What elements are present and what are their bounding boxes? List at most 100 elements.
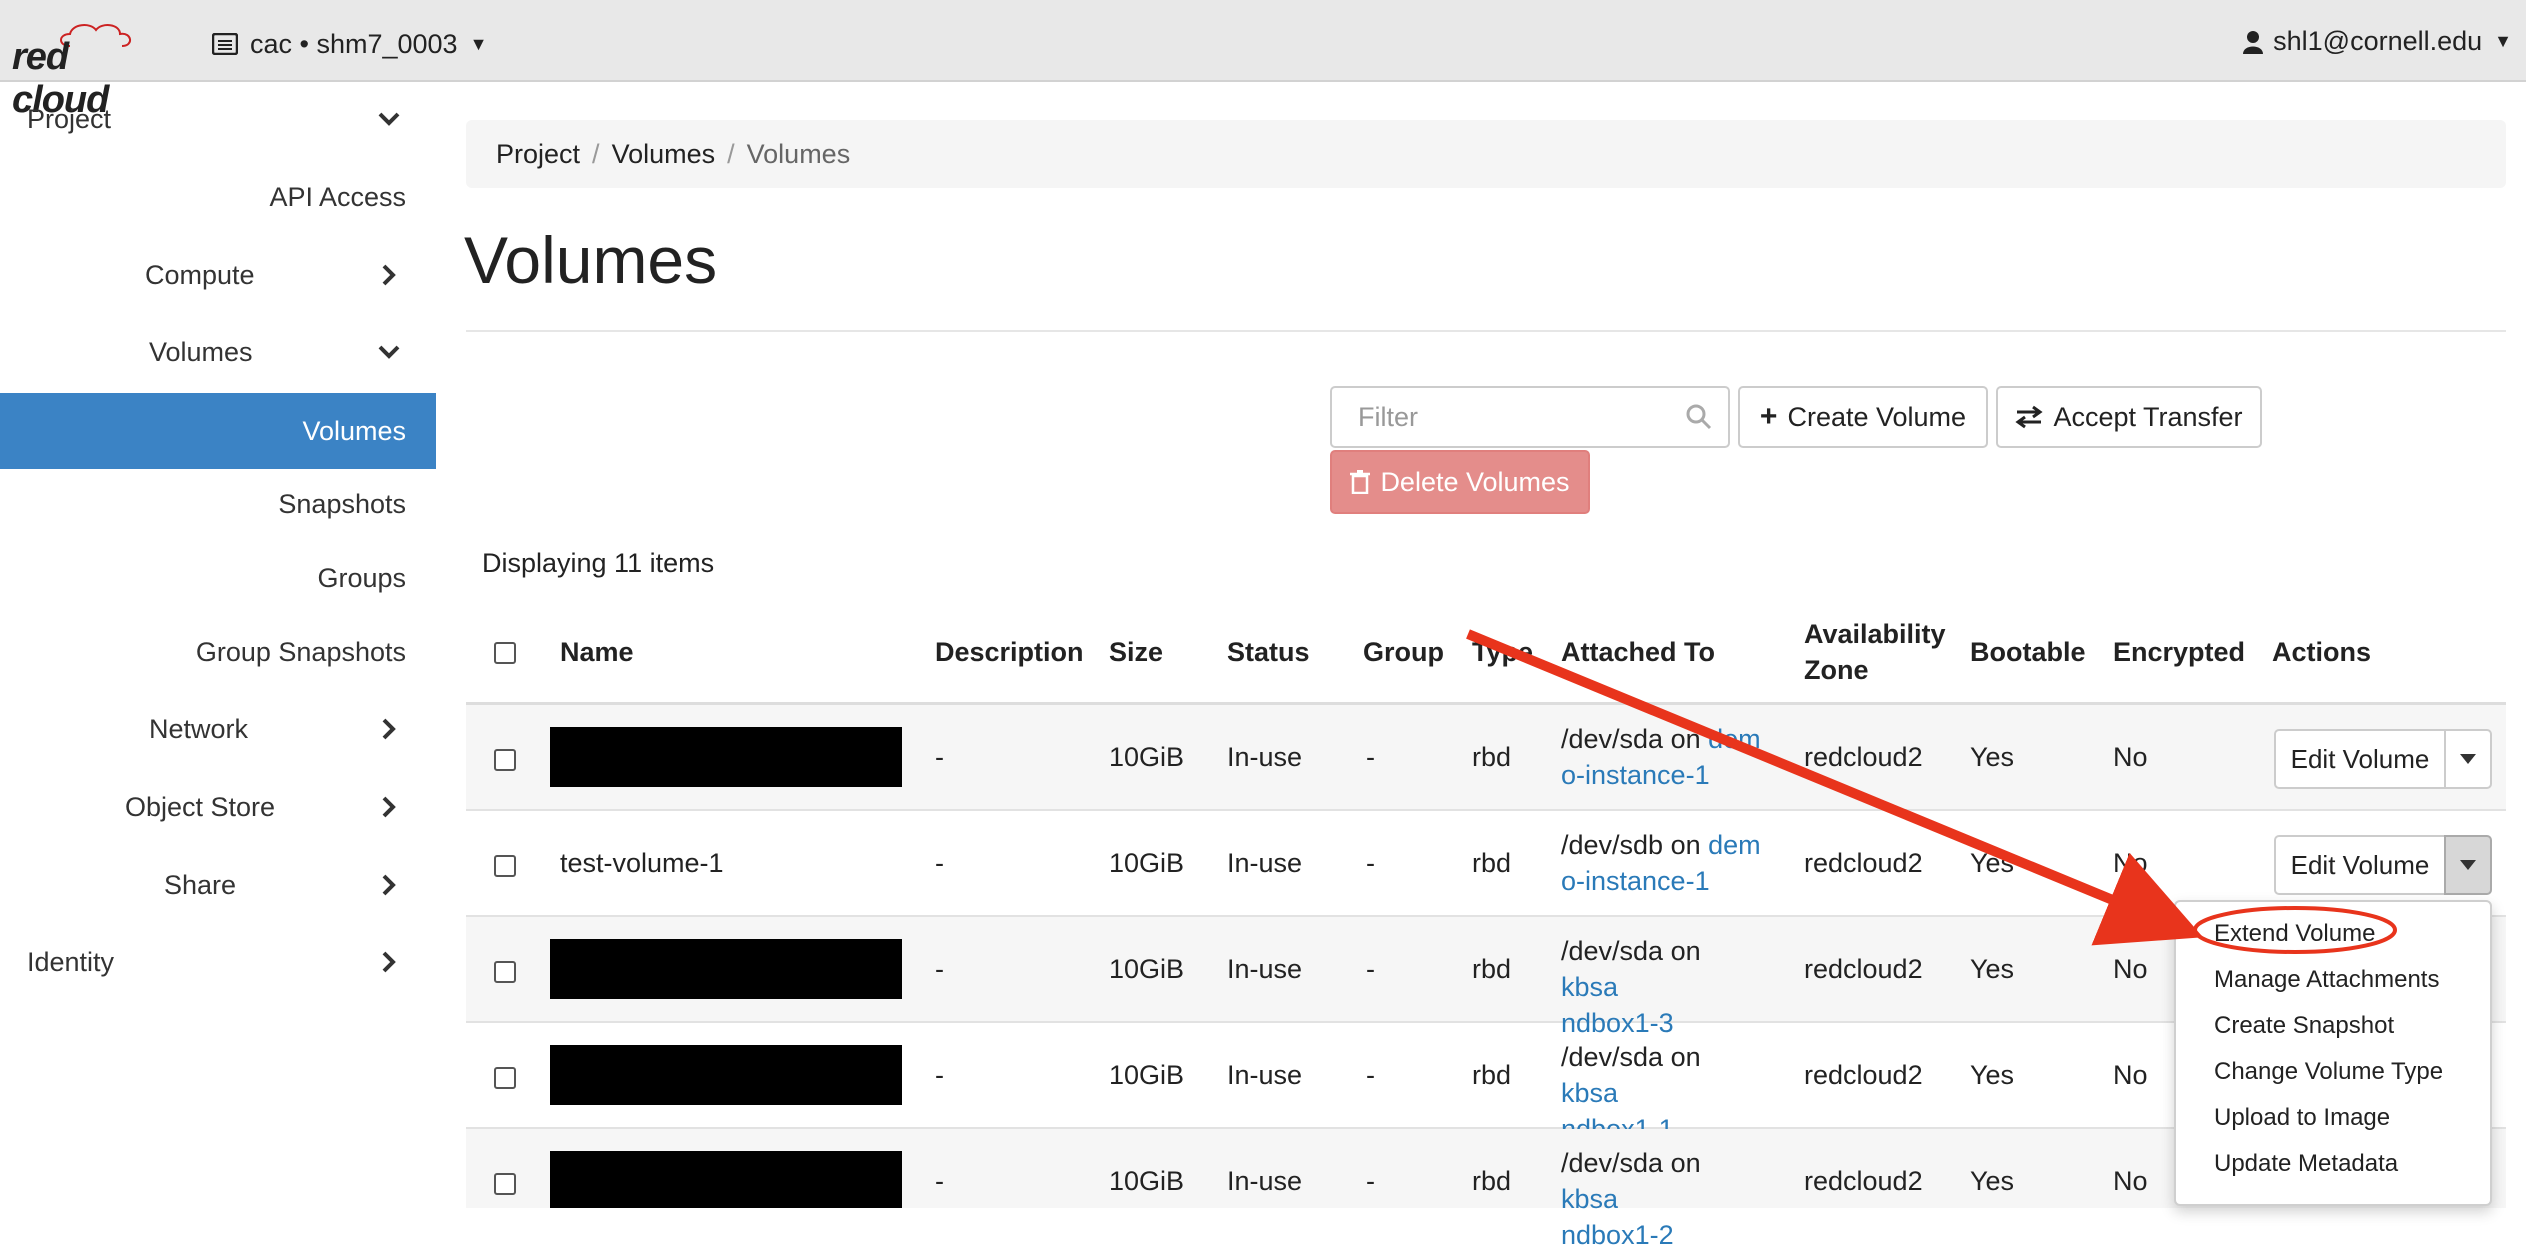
sidebar-item-label: Object Store [125,791,276,822]
sidebar-item-label: Compute [145,259,255,290]
column-header-description[interactable]: Description [935,634,1084,670]
delete-volumes-button[interactable]: Delete Volumes [1330,450,1590,514]
create-volume-button[interactable]: + Create Volume [1738,386,1988,448]
actions-dropdown-toggle[interactable] [2444,729,2492,789]
cell-status: In-use [1227,954,1303,984]
column-header-group[interactable]: Group [1363,634,1444,670]
cell-description: - [935,848,944,878]
row-checkbox[interactable] [494,1173,516,1195]
cell-zone: redcloud2 [1804,848,1923,878]
redacted-name [550,1045,902,1105]
sidebar-item-group-snapshots[interactable]: Group Snapshots [0,615,436,689]
attached-instance-link[interactable]: o-instance-1 [1561,866,1710,896]
chevron-right-icon [382,718,396,740]
sidebar-item-volumes[interactable]: Volumes [0,393,436,469]
attached-instance-link[interactable]: ndbox1-2 [1561,1220,1674,1250]
attached-instance-link[interactable]: o-instance-1 [1561,760,1710,790]
menu-item-change-volume-type[interactable]: Change Volume Type [2214,1058,2443,1086]
search-icon[interactable] [1686,404,1712,430]
column-header-attached-to[interactable]: Attached To [1561,634,1715,670]
sidebar-item-network[interactable]: Network [0,692,436,766]
cell-bootable: Yes [1970,848,2015,878]
menu-item-upload-to-image[interactable]: Upload to Image [2214,1104,2390,1132]
breadcrumb-project[interactable]: Project [496,139,580,170]
cell-type: rbd [1472,1166,1512,1196]
attached-instance-link[interactable]: kbsa [1561,1184,1618,1214]
menu-item-update-metadata[interactable]: Update Metadata [2214,1150,2398,1178]
chevron-right-icon [382,951,396,973]
page-title: Volumes [464,223,718,297]
attached-instance-link[interactable]: dem [1708,830,1761,860]
cell-zone: redcloud2 [1804,1060,1923,1090]
cell-status: In-use [1227,1166,1303,1196]
sidebar-item-identity[interactable]: Identity [0,925,436,999]
edit-volume-button[interactable]: Edit Volume [2274,835,2446,895]
row-checkbox[interactable] [494,855,516,877]
volume-name-link[interactable]: test-volume-1 [560,845,724,881]
cell-attached-to: /dev/sda on dem o-instance-1 [1561,721,1761,793]
column-header-availability-zone[interactable]: Availability Zone [1804,616,1954,688]
cell-group: - [1366,1166,1375,1196]
cell-description: - [935,954,944,984]
sidebar-item-project[interactable]: Project [0,82,436,156]
cell-attached-to: /dev/sda on kbsa ndbox1-2 [1561,1145,1761,1253]
cell-size: 10GiB [1109,954,1185,984]
cell-zone: redcloud2 [1804,954,1923,984]
cell-group: - [1366,1060,1375,1090]
column-header-status[interactable]: Status [1227,634,1310,670]
sidebar-item-label: Group Snapshots [195,636,406,667]
sidebar-item-volumes-group[interactable]: Volumes [0,315,436,389]
attached-instance-link[interactable]: kbsa [1561,1078,1618,1108]
caret-down-icon [2460,754,2476,764]
accept-transfer-button[interactable]: Accept Transfer [1996,386,2262,448]
row-actions: Edit Volume [2274,729,2492,789]
select-all-checkbox[interactable] [494,642,516,664]
cell-description: - [935,1166,944,1196]
trash-icon [1350,470,1371,494]
red-cloud-logo[interactable]: red cloud [12,18,162,121]
filter-input[interactable] [1356,388,1680,446]
project-selector[interactable]: cac • shm7_0003 ▼ [212,26,487,62]
redacted-name [550,1151,902,1208]
cell-zone: redcloud2 [1804,742,1923,772]
cell-group: - [1366,742,1375,772]
attached-device: /dev/sda on [1561,724,1709,754]
row-checkbox[interactable] [494,749,516,771]
sidebar-item-object-store[interactable]: Object Store [0,770,436,844]
user-menu[interactable]: shl1@cornell.edu ▼ [2243,26,2512,57]
attached-instance-link[interactable]: kbsa [1561,972,1618,1002]
user-email: shl1@cornell.edu [2273,26,2483,56]
chevron-down-icon [378,345,400,359]
column-header-actions: Actions [2272,637,2372,667]
sidebar-item-label: Identity [27,946,115,977]
row-checkbox[interactable] [494,1067,516,1089]
breadcrumb-current: Volumes [746,138,851,169]
sidebar-item-share[interactable]: Share [0,848,436,922]
sidebar-item-api-access[interactable]: API Access [0,160,436,234]
row-checkbox[interactable] [494,961,516,983]
user-icon [2243,30,2264,54]
sidebar-item-snapshots[interactable]: Snapshots [0,467,436,541]
edit-volume-button[interactable]: Edit Volume [2274,729,2446,789]
chevron-right-icon [382,796,396,818]
column-header-encrypted[interactable]: Encrypted [2113,634,2245,670]
actions-dropdown-toggle[interactable] [2444,835,2492,895]
filter-field[interactable] [1330,386,1730,448]
sidebar-item-label: Volumes [302,415,406,446]
cell-size: 10GiB [1109,848,1185,878]
sidebar-item-compute[interactable]: Compute [0,238,436,312]
column-header-name[interactable]: Name [560,634,634,670]
menu-item-create-snapshot[interactable]: Create Snapshot [2214,1012,2394,1040]
menu-item-extend-volume[interactable]: Extend Volume [2214,920,2375,948]
exchange-icon [2015,405,2044,429]
sidebar-item-groups[interactable]: Groups [0,541,436,615]
breadcrumb-volumes[interactable]: Volumes [612,139,716,170]
project-selector-label: cac • shm7_0003 [250,28,458,59]
breadcrumb-separator: / [727,138,735,169]
column-header-size[interactable]: Size [1109,634,1163,670]
menu-item-manage-attachments[interactable]: Manage Attachments [2214,966,2439,994]
attached-instance-link[interactable]: dem [1708,724,1761,754]
column-header-type[interactable]: Type [1472,634,1533,670]
cell-size: 10GiB [1109,1166,1185,1196]
column-header-bootable[interactable]: Bootable [1970,634,2086,670]
